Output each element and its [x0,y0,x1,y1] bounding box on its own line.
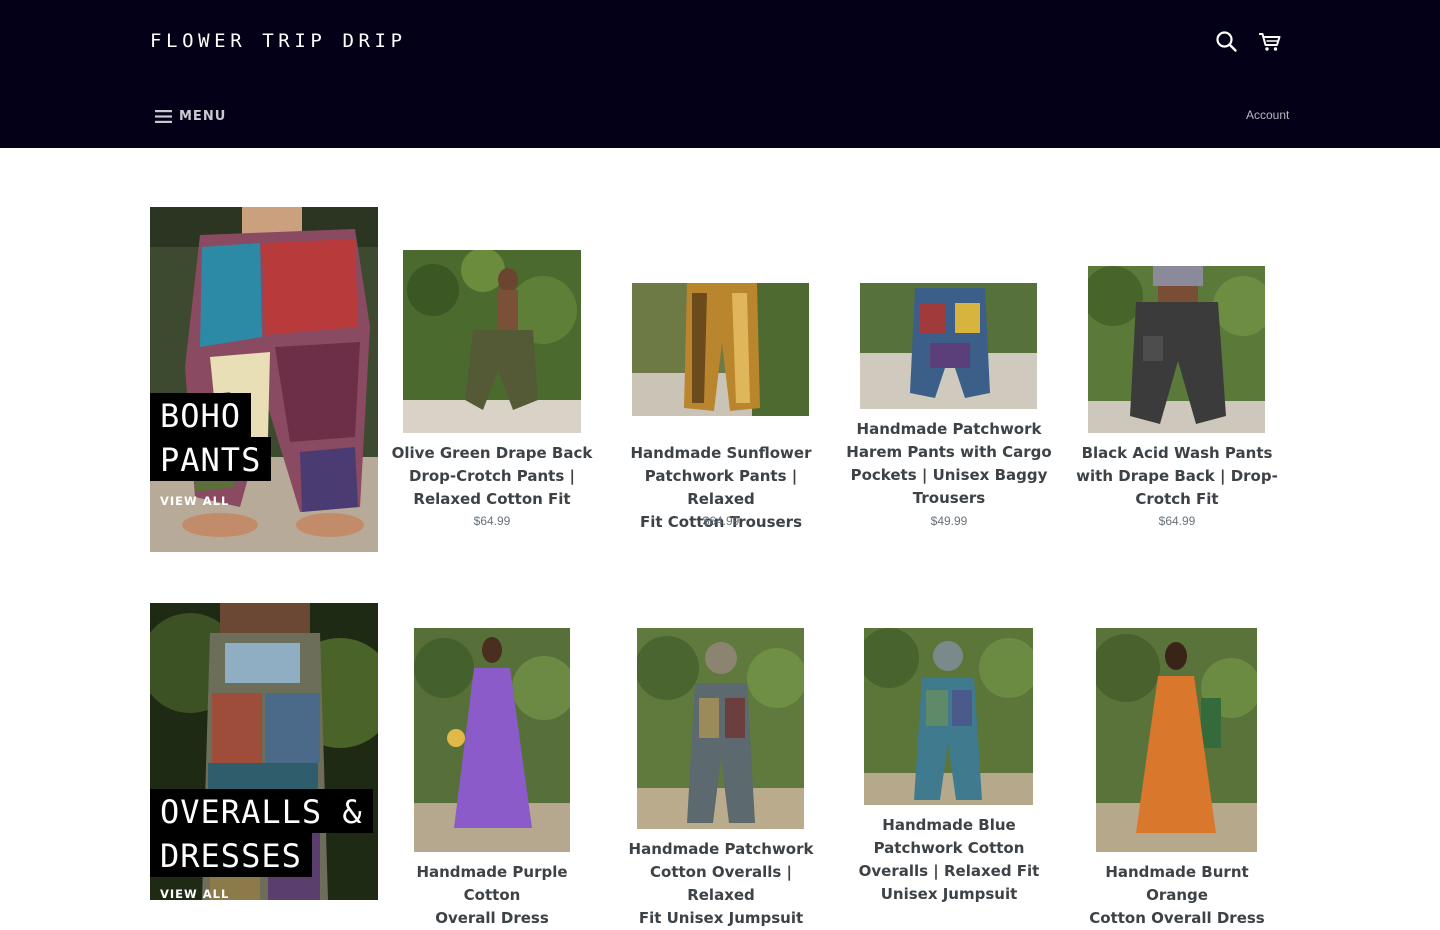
product-image[interactable] [1096,628,1257,852]
collection-feature-boho-pants[interactable]: BOHO PANTS VIEW ALL [150,207,378,552]
product-title-line: Patchwork Pants | Relaxed [644,467,798,508]
product-title[interactable]: Handmade Patchwork Harem Pants with Carg… [844,418,1054,510]
product-card[interactable]: Handmade Sunflower Patchwork Pants | Rel… [616,250,826,540]
store-logo[interactable]: FLOWER TRIP DRIP [150,30,407,52]
collection-title-line-1: OVERALLS & [150,789,373,833]
view-all-link[interactable]: VIEW ALL [160,887,229,900]
product-title-line: Overall Dress [435,909,549,927]
product-title-line: Black Acid Wash Pants [1081,444,1273,462]
product-title-line: Trousers [912,489,986,507]
product-title[interactable]: Olive Green Drape Back Drop-Crotch Pants… [387,442,597,511]
product-image[interactable] [1088,266,1265,433]
site-header: FLOWER TRIP DRIP MENU Account [0,0,1440,148]
product-card[interactable]: Black Acid Wash Pants with Drape Back | … [1072,250,1282,540]
cart-button[interactable] [1257,29,1283,55]
product-image[interactable] [632,283,809,416]
hamburger-icon [155,109,172,123]
product-title-line: Harem Pants with Cargo [846,443,1052,461]
search-button[interactable] [1214,29,1240,55]
product-title-line: Patchwork Cotton [873,839,1025,857]
product-title[interactable]: Black Acid Wash Pants with Drape Back | … [1072,442,1282,511]
product-photo [414,628,570,852]
account-link[interactable]: Account [1246,108,1289,122]
product-title-line: Handmade Burnt Orange [1105,863,1249,904]
product-title-line: Handmade Sunflower [630,444,812,462]
product-photo [864,628,1033,805]
product-image[interactable] [864,628,1033,805]
product-price: $64.99 [1158,514,1196,528]
product-title-line: Unisex Jumpsuit [880,885,1018,903]
view-all-link[interactable]: VIEW ALL [160,494,229,508]
product-photo [860,283,1037,409]
product-title[interactable]: Handmade Purple Cotton Overall Dress [387,861,597,930]
product-card[interactable]: Handmade Purple Cotton Overall Dress [387,628,597,927]
product-card[interactable]: Handmade Burnt Orange Cotton Overall Dre… [1072,628,1282,927]
product-image[interactable] [414,628,570,852]
menu-button[interactable]: MENU [155,106,226,126]
product-price: $64.99 [702,514,740,528]
product-photo [403,250,581,433]
menu-label: MENU [179,108,227,124]
product-card[interactable]: Olive Green Drape Back Drop-Crotch Pants… [387,250,597,540]
product-photo [1088,266,1265,433]
product-title-line: Overalls | Relaxed Fit [858,862,1040,880]
product-title-line: Pockets | Unisex Baggy [850,466,1048,484]
product-title[interactable]: Handmade Patchwork Cotton Overalls | Rel… [616,838,826,930]
product-image[interactable] [637,628,804,829]
product-photo [637,628,804,829]
product-title-line: Relaxed Cotton Fit [413,490,571,508]
product-title-line: Cotton Overall Dress [1089,909,1265,927]
product-price: $49.99 [930,514,968,528]
product-title-line: Handmade Patchwork [856,420,1042,438]
product-photo [632,283,809,416]
collection-title-line-2: DRESSES [150,833,312,877]
product-card[interactable]: Handmade Blue Patchwork Cotton Overalls … [844,628,1054,903]
product-image[interactable] [860,283,1037,409]
product-title-line: Handmade Purple Cotton [416,863,568,904]
product-price: $64.99 [473,514,511,528]
product-title[interactable]: Handmade Burnt Orange Cotton Overall Dre… [1072,861,1282,930]
product-title[interactable]: Handmade Blue Patchwork Cotton Overalls … [844,814,1054,906]
product-title-line: Handmade Blue [882,816,1016,834]
product-image[interactable] [403,250,581,433]
product-title-line: with Drape Back | Drop- [1076,467,1278,485]
cart-icon [1259,33,1281,51]
product-title-line: Olive Green Drape Back [391,444,593,462]
product-card[interactable]: Handmade Patchwork Cotton Overalls | Rel… [616,628,826,927]
product-title-line: Drop-Crotch Pants | [409,467,575,485]
collection-title-line-2: PANTS [150,437,272,481]
product-title-line: Fit Unisex Jumpsuit [638,909,804,927]
collection-title-line-1: BOHO [150,393,252,437]
collection-feature-overalls-dresses[interactable]: OVERALLS & DRESSES VIEW ALL [150,603,378,900]
product-title-line: Crotch Fit [1135,490,1219,508]
product-card[interactable]: Handmade Patchwork Harem Pants with Carg… [844,250,1054,540]
product-title-line: Handmade Patchwork [628,840,814,858]
search-icon [1216,31,1237,52]
product-photo [1096,628,1257,852]
product-title-line: Cotton Overalls | Relaxed [650,863,792,904]
